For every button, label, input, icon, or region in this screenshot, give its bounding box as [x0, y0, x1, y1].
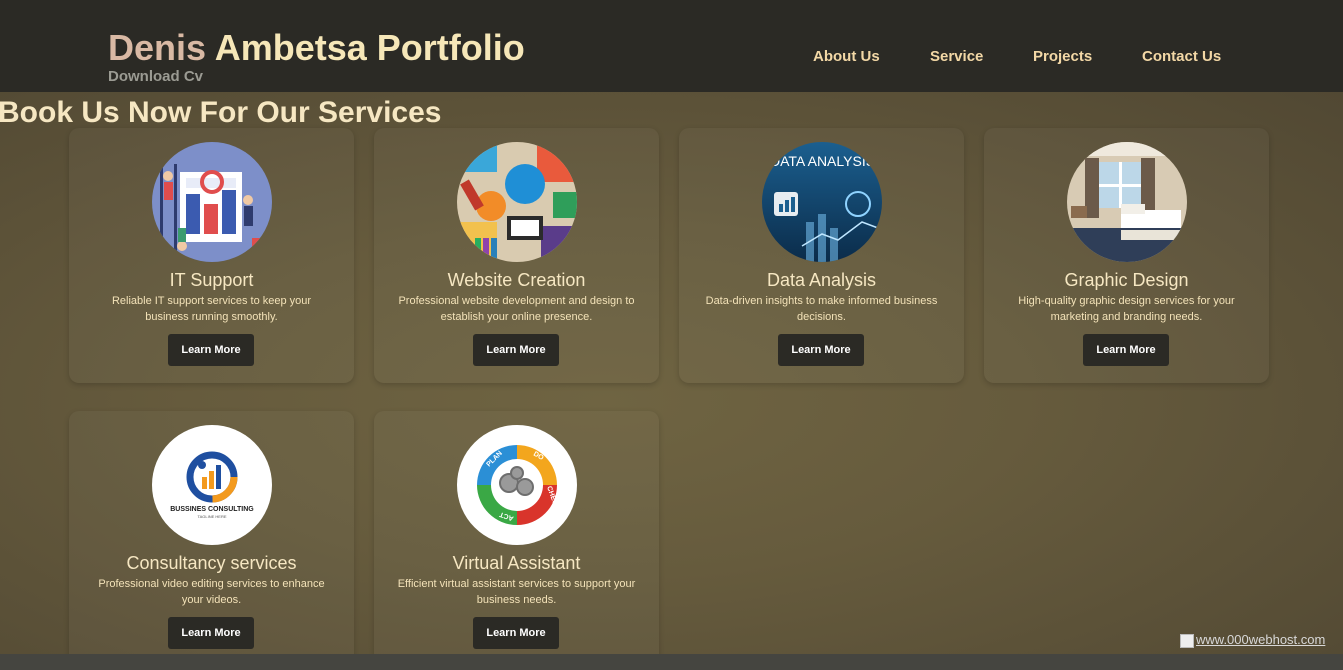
consulting-logo-text: BUSSINES CONSULTING [170, 506, 254, 513]
service-title: Website Creation [447, 270, 586, 290]
hosting-badge-text: www.000webhost.com [1196, 632, 1326, 647]
service-card-it-support: IT Support Reliable IT support services … [69, 128, 354, 383]
learn-more-button[interactable]: Learn More [168, 617, 254, 649]
service-title: Data Analysis [766, 270, 877, 290]
download-cv-link[interactable]: Download Cv [108, 68, 203, 85]
service-description: Efficient virtual assistant services to … [397, 578, 636, 606]
it-support-illustration-icon [152, 142, 272, 262]
nav-service[interactable]: Service [930, 48, 983, 65]
learn-more-button[interactable]: Learn More [473, 617, 559, 649]
nav-projects[interactable]: Projects [1033, 48, 1092, 65]
service-card-graphic-design: Graphic Design High-quality graphic desi… [984, 128, 1269, 383]
broken-image-icon [1180, 633, 1194, 648]
business-consulting-logo-icon: BUSSINES CONSULTING TAGLINE HERE [152, 425, 272, 545]
service-description: High-quality graphic design services for… [1018, 295, 1235, 323]
consulting-logo-tagline: TAGLINE HERE [197, 514, 226, 519]
learn-more-button[interactable]: Learn More [778, 334, 864, 366]
service-title: Consultancy services [126, 553, 297, 573]
pdca-cycle-diagram-icon: PLAN DO CHECK ACT [457, 425, 577, 545]
service-description: Reliable IT support services to keep you… [111, 295, 312, 323]
service-description: Professional website development and des… [398, 295, 635, 323]
site-header: Denis Ambetsa Portfolio Download Cv Abou… [0, 0, 1343, 92]
section-title: Book Us Now For Our Services [0, 96, 442, 129]
data-analysis-image-text: DATA ANALYSIS [770, 153, 875, 169]
services-section: Book Us Now For Our Services IT Support … [0, 92, 1343, 654]
service-description: Data-driven insights to make informed bu… [705, 295, 938, 323]
footer-bar [0, 654, 1343, 670]
web-design-collage-icon [457, 142, 577, 262]
data-analysis-dashboard-icon: DATA ANALYSIS [762, 142, 882, 262]
learn-more-button[interactable]: Learn More [473, 334, 559, 366]
learn-more-button[interactable]: Learn More [1083, 334, 1169, 366]
nav-about-us[interactable]: About Us [813, 48, 880, 65]
learn-more-button[interactable]: Learn More [168, 334, 254, 366]
service-card-consultancy: BUSSINES CONSULTING TAGLINE HERE Consult… [69, 411, 354, 666]
hosting-badge-link[interactable]: www.000webhost.com [1180, 632, 1325, 654]
service-title: Virtual Assistant [452, 553, 581, 573]
main-nav: About Us Service Projects Contact Us [0, 48, 1343, 68]
hotel-room-photo-icon [1067, 142, 1187, 262]
service-title: Graphic Design [1064, 270, 1189, 290]
service-card-data-analysis: DATA ANALYSIS Data Analysis Data-driven … [679, 128, 964, 383]
service-card-virtual-assistant: PLAN DO CHECK ACT Virtual Assistant Effi… [374, 411, 659, 666]
service-title: IT Support [169, 270, 254, 290]
nav-contact-us[interactable]: Contact Us [1142, 48, 1221, 65]
service-card-website-creation: Website Creation Professional website de… [374, 128, 659, 383]
service-description: Professional video editing services to e… [98, 578, 325, 606]
